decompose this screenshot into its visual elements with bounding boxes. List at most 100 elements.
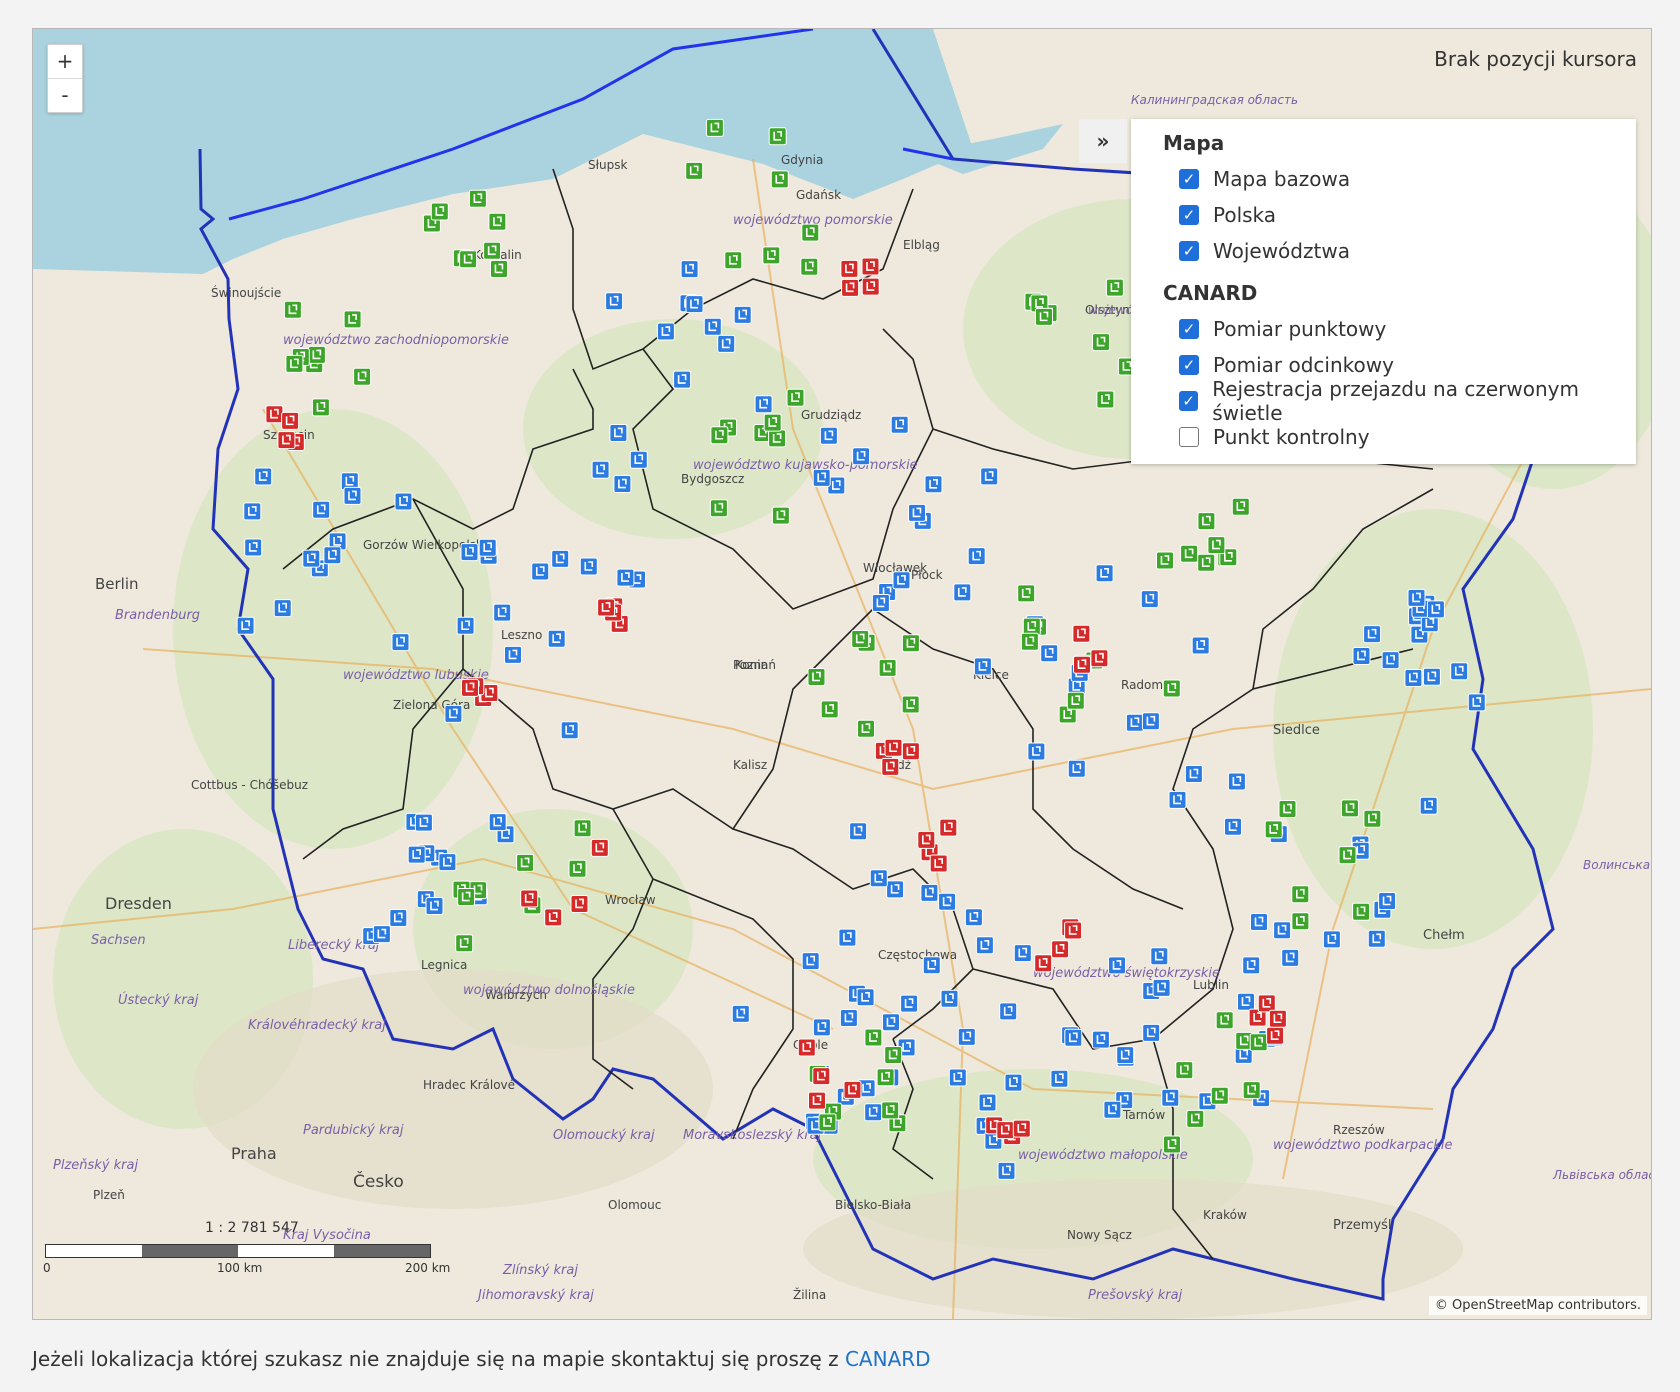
collapse-panel-button[interactable]: »: [1079, 119, 1127, 163]
checkbox-icon[interactable]: ✓: [1179, 319, 1199, 339]
point-measurement-marker[interactable]: [414, 813, 433, 832]
point-measurement-marker[interactable]: [1184, 765, 1203, 783]
red-light-marker[interactable]: [1072, 624, 1091, 643]
section-measurement-marker[interactable]: [430, 202, 449, 221]
point-measurement-marker[interactable]: [531, 562, 550, 581]
point-measurement-marker[interactable]: [273, 599, 292, 618]
layer-item-polska[interactable]: ✓ Polska: [1131, 197, 1636, 233]
point-measurement-marker[interactable]: [964, 908, 983, 927]
section-measurement-marker[interactable]: [1105, 278, 1124, 297]
point-measurement-marker[interactable]: [886, 880, 905, 899]
red-light-marker[interactable]: [570, 895, 589, 913]
point-measurement-marker[interactable]: [1281, 948, 1300, 967]
point-measurement-marker[interactable]: [717, 334, 736, 353]
point-measurement-marker[interactable]: [997, 1161, 1016, 1180]
point-measurement-marker[interactable]: [812, 468, 831, 487]
point-measurement-marker[interactable]: [1150, 947, 1169, 966]
red-light-marker[interactable]: [277, 431, 296, 450]
point-measurement-marker[interactable]: [372, 925, 391, 944]
section-measurement-marker[interactable]: [724, 251, 743, 270]
red-light-marker[interactable]: [1051, 940, 1070, 959]
point-measurement-marker[interactable]: [1367, 929, 1386, 948]
point-measurement-marker[interactable]: [1422, 667, 1441, 686]
canard-link[interactable]: CANARD: [845, 1347, 931, 1371]
point-measurement-marker[interactable]: [389, 909, 408, 927]
point-measurement-marker[interactable]: [504, 645, 522, 664]
section-measurement-marker[interactable]: [283, 300, 302, 319]
section-measurement-marker[interactable]: [1096, 390, 1115, 409]
map-view[interactable]: Berlin Brandenburg Dresden Sachsen Praha Česk…: [32, 28, 1652, 1320]
section-measurement-marker[interactable]: [1035, 307, 1053, 326]
point-measurement-marker[interactable]: [1273, 921, 1292, 940]
point-measurement-marker[interactable]: [407, 845, 426, 864]
red-light-marker[interactable]: [1268, 1009, 1287, 1028]
red-light-marker[interactable]: [861, 277, 880, 296]
section-measurement-marker[interactable]: [459, 250, 478, 269]
section-measurement-marker[interactable]: [710, 426, 729, 445]
point-measurement-marker[interactable]: [616, 568, 635, 587]
section-measurement-marker[interactable]: [705, 118, 724, 137]
section-measurement-marker[interactable]: [1186, 1109, 1205, 1128]
point-measurement-marker[interactable]: [1168, 790, 1187, 809]
red-light-marker[interactable]: [590, 838, 609, 857]
red-light-marker[interactable]: [544, 908, 563, 927]
point-measurement-marker[interactable]: [1125, 713, 1144, 732]
section-measurement-marker[interactable]: [468, 189, 487, 208]
point-measurement-marker[interactable]: [629, 450, 648, 469]
red-light-marker[interactable]: [812, 1067, 831, 1086]
point-measurement-marker[interactable]: [1064, 1028, 1083, 1047]
point-measurement-marker[interactable]: [1404, 669, 1423, 687]
section-measurement-marker[interactable]: [1210, 1086, 1229, 1105]
section-measurement-marker[interactable]: [857, 719, 875, 738]
point-measurement-marker[interactable]: [838, 928, 857, 947]
zoom-out-button[interactable]: -: [48, 78, 82, 112]
section-measurement-marker[interactable]: [483, 241, 502, 260]
point-measurement-marker[interactable]: [444, 704, 463, 723]
point-measurement-marker[interactable]: [1378, 892, 1397, 910]
section-measurement-marker[interactable]: [818, 1113, 837, 1132]
point-measurement-marker[interactable]: [680, 260, 699, 279]
point-measurement-marker[interactable]: [852, 447, 871, 466]
point-measurement-marker[interactable]: [1407, 588, 1426, 607]
section-measurement-marker[interactable]: [763, 413, 782, 432]
point-measurement-marker[interactable]: [425, 897, 444, 915]
point-measurement-marker[interactable]: [1322, 930, 1341, 949]
point-measurement-marker[interactable]: [733, 305, 752, 324]
section-measurement-marker[interactable]: [1291, 912, 1310, 931]
section-measurement-marker[interactable]: [1215, 1011, 1234, 1030]
section-measurement-marker[interactable]: [1017, 584, 1036, 603]
section-measurement-marker[interactable]: [1197, 553, 1216, 572]
point-measurement-marker[interactable]: [1004, 1073, 1023, 1092]
red-light-marker[interactable]: [265, 405, 284, 424]
red-light-marker[interactable]: [843, 1080, 862, 1099]
checkbox-icon[interactable]: ✓: [1179, 391, 1199, 411]
section-measurement-marker[interactable]: [851, 630, 870, 648]
red-light-marker[interactable]: [1073, 655, 1091, 674]
point-measurement-marker[interactable]: [456, 616, 475, 635]
point-measurement-marker[interactable]: [1141, 712, 1160, 731]
point-measurement-marker[interactable]: [980, 467, 999, 486]
red-light-marker[interactable]: [808, 1091, 826, 1110]
section-measurement-marker[interactable]: [311, 398, 330, 417]
red-light-marker[interactable]: [597, 598, 616, 617]
section-measurement-marker[interactable]: [786, 388, 805, 407]
point-measurement-marker[interactable]: [953, 583, 972, 602]
point-measurement-marker[interactable]: [1095, 564, 1114, 583]
section-measurement-marker[interactable]: [771, 506, 790, 525]
point-measurement-marker[interactable]: [656, 322, 675, 341]
point-measurement-marker[interactable]: [244, 538, 263, 557]
point-measurement-marker[interactable]: [999, 1002, 1018, 1021]
section-measurement-marker[interactable]: [800, 257, 819, 276]
red-light-marker[interactable]: [917, 830, 936, 849]
point-measurement-marker[interactable]: [908, 503, 926, 522]
point-measurement-marker[interactable]: [924, 475, 943, 494]
section-measurement-marker[interactable]: [1156, 551, 1174, 570]
checkbox-icon[interactable]: ✓: [1179, 355, 1199, 375]
point-measurement-marker[interactable]: [551, 549, 570, 568]
red-light-marker[interactable]: [841, 278, 860, 297]
point-measurement-marker[interactable]: [673, 370, 692, 389]
point-measurement-marker[interactable]: [1237, 992, 1255, 1011]
point-measurement-marker[interactable]: [839, 1009, 858, 1027]
red-light-marker[interactable]: [1034, 954, 1053, 973]
section-measurement-marker[interactable]: [801, 223, 820, 242]
